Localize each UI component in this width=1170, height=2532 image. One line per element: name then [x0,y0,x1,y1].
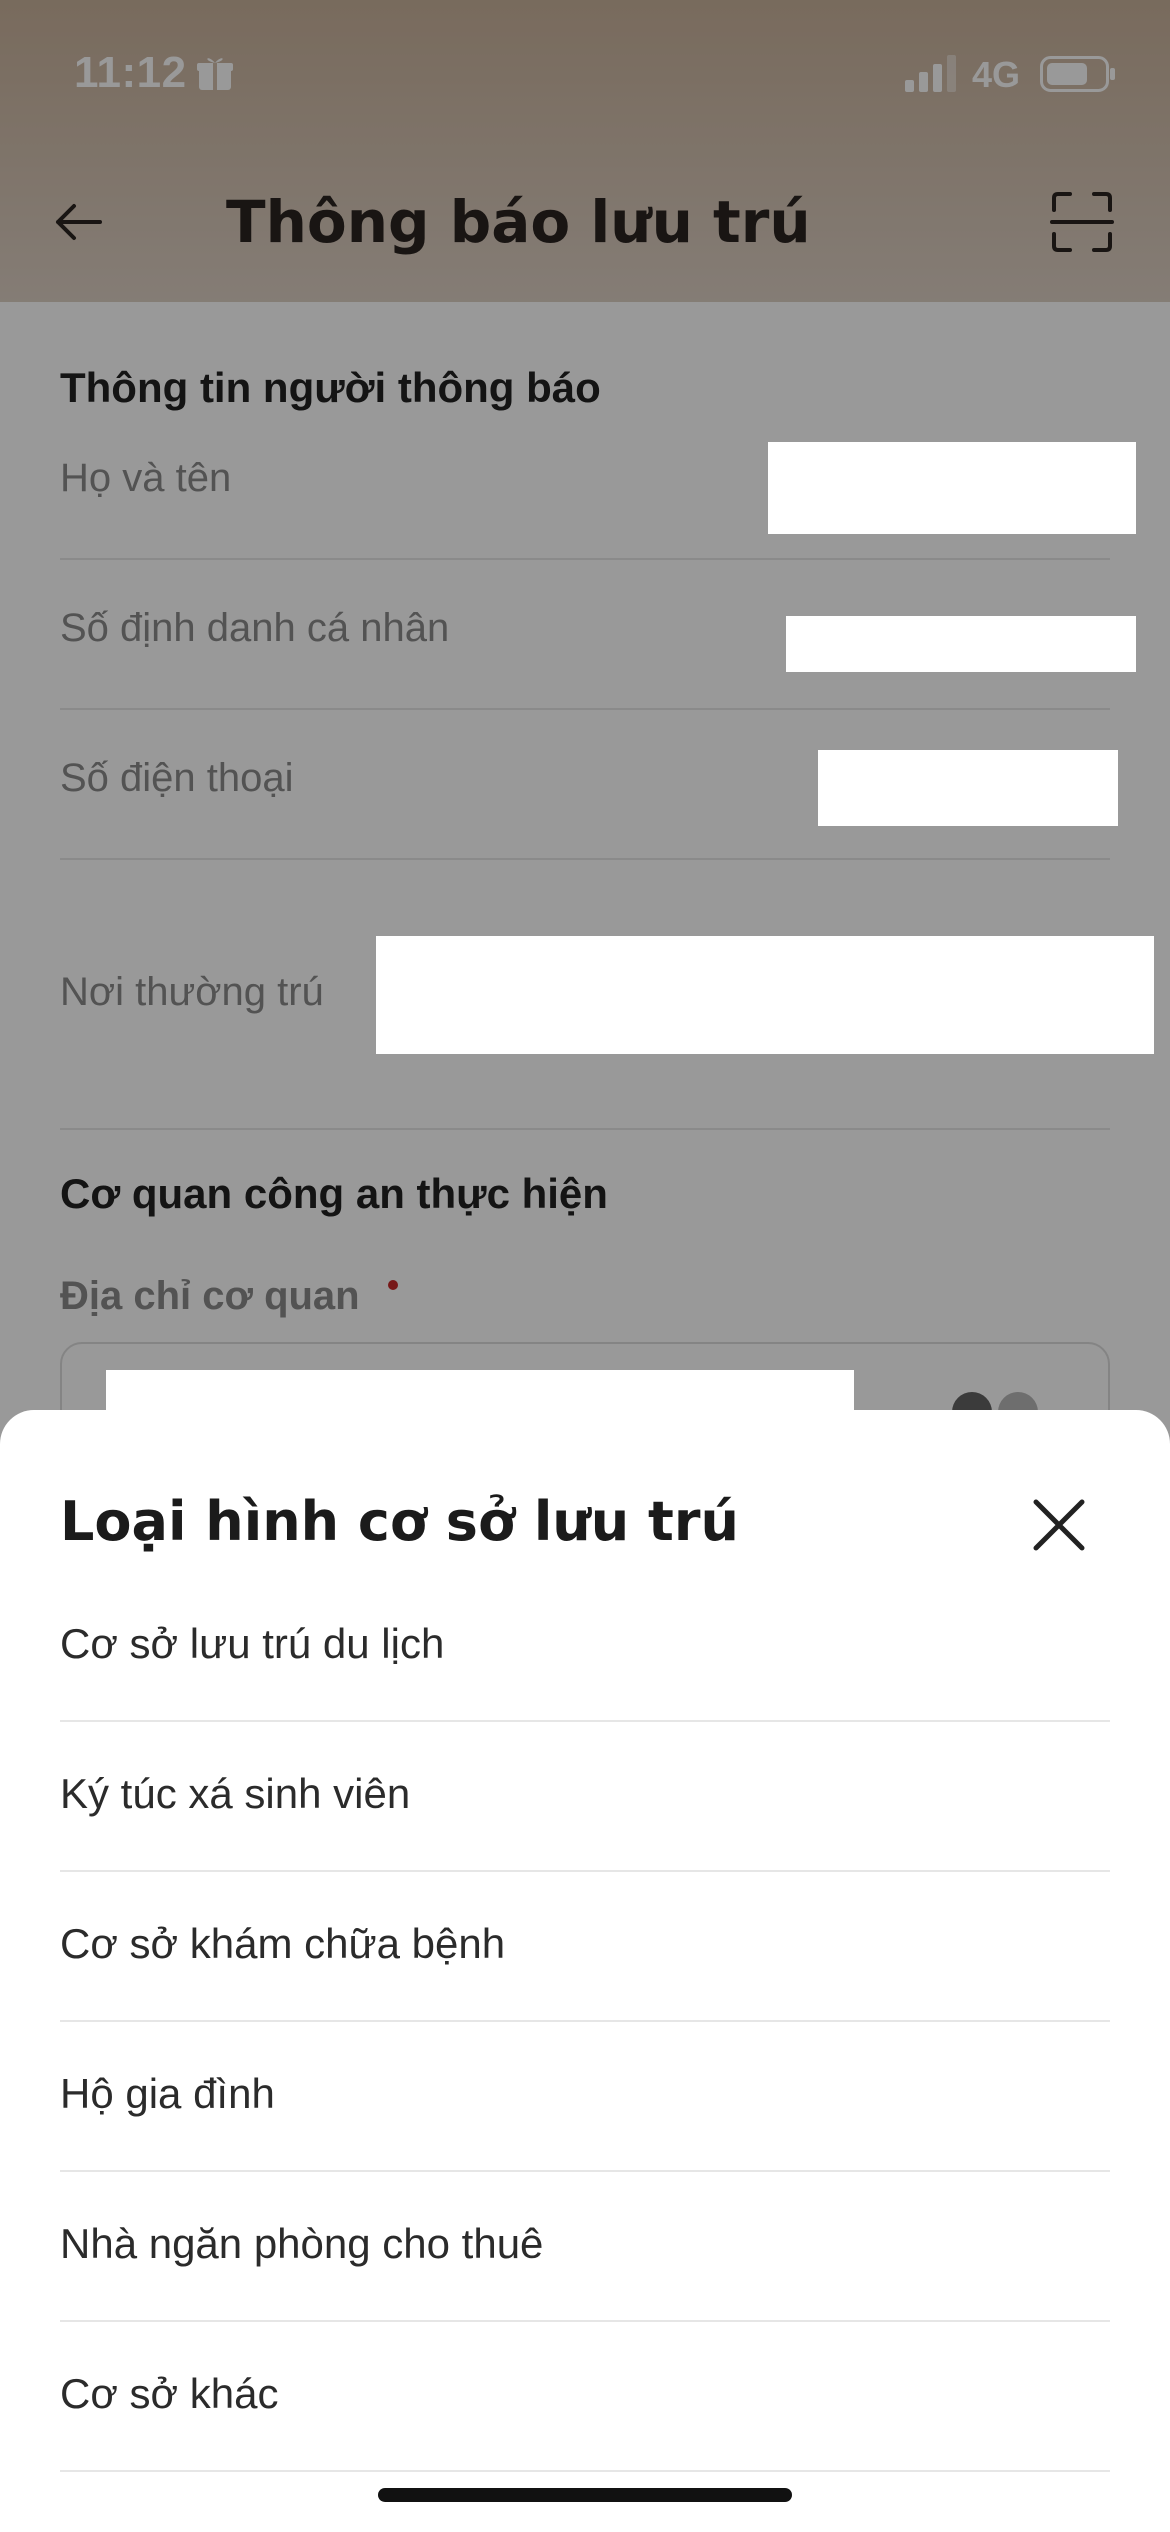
option-student-dormitory[interactable]: Ký túc xá sinh viên [60,1722,1110,1872]
bottom-sheet: Loại hình cơ sở lưu trú Cơ sở lưu trú du… [0,1410,1170,2532]
redacted-block [768,442,1136,534]
option-tourist-accommodation[interactable]: Cơ sở lưu trú du lịch [60,1572,1110,1722]
option-label: Cơ sở lưu trú du lịch [60,1620,445,1667]
option-household[interactable]: Hộ gia đình [60,2022,1110,2172]
option-rental-rooms[interactable]: Nhà ngăn phòng cho thuê [60,2172,1110,2322]
close-icon [1033,1499,1085,1551]
close-button[interactable] [1024,1490,1094,1560]
redacted-block [818,750,1118,826]
option-label: Hộ gia đình [60,2070,275,2117]
redacted-block [786,616,1136,672]
option-label: Cơ sở khác [60,2370,279,2417]
option-other[interactable]: Cơ sở khác [60,2322,1110,2472]
loading-dots-icon [952,1392,1038,1412]
option-label: Cơ sở khám chữa bệnh [60,1920,506,1967]
redacted-block [106,1370,854,1414]
option-medical-facility[interactable]: Cơ sở khám chữa bệnh [60,1872,1110,2022]
redacted-block [376,936,1154,1054]
option-label: Nhà ngăn phòng cho thuê [60,2220,544,2267]
option-label: Ký túc xá sinh viên [60,1770,411,1817]
sheet-title: Loại hình cơ sở lưu trú [60,1490,739,1553]
home-indicator [378,2488,792,2502]
